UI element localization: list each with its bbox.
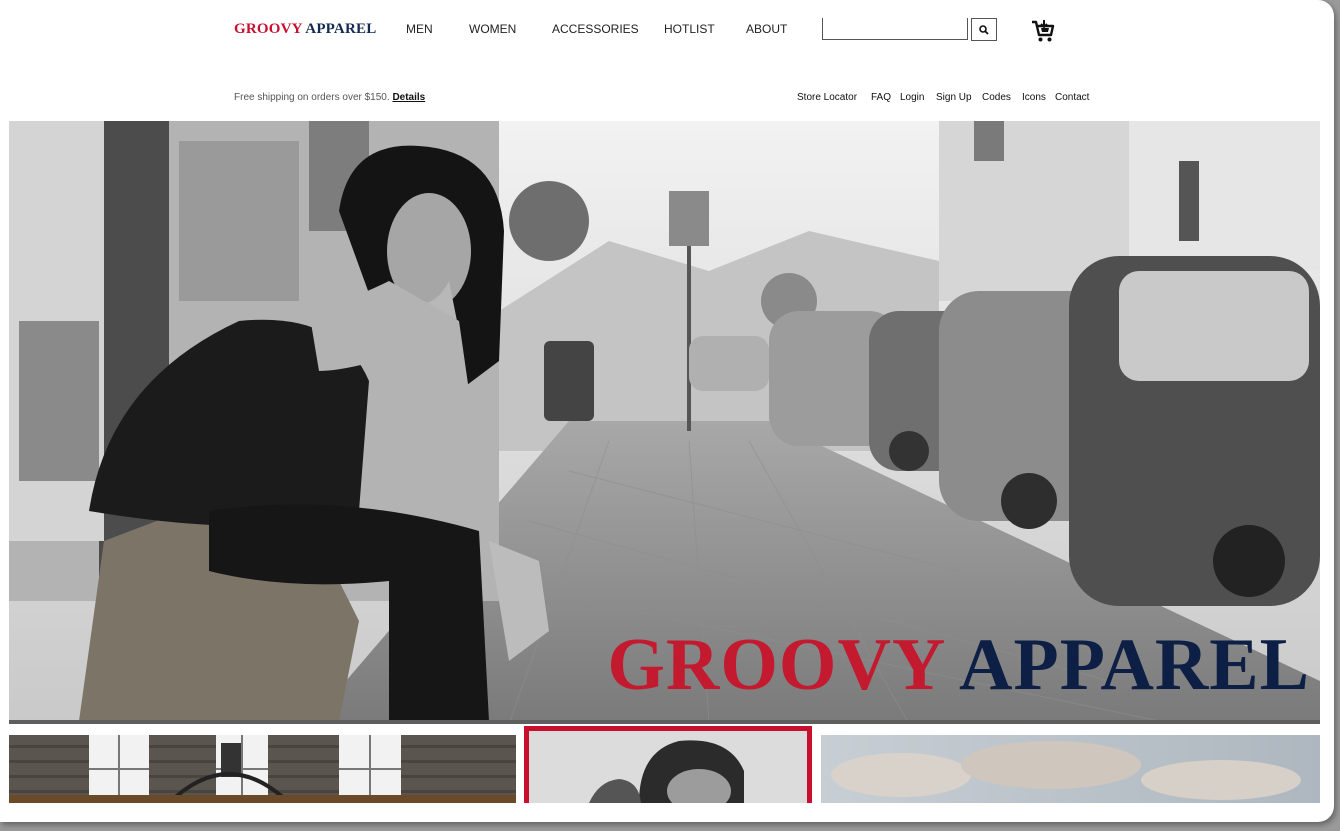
util-store-locator[interactable]: Store Locator <box>797 92 857 103</box>
hero-word-groovy: GROOVY <box>607 624 944 706</box>
nav-women[interactable]: WOMEN <box>469 22 516 36</box>
nav-accessories[interactable]: ACCESSORIES <box>552 22 639 36</box>
util-codes[interactable]: Codes <box>982 92 1011 103</box>
shipping-details-link[interactable]: Details <box>392 92 425 103</box>
util-sign-up[interactable]: Sign Up <box>936 92 972 103</box>
category-tile-1[interactable] <box>9 735 516 803</box>
category-tile-2[interactable] <box>524 726 812 803</box>
logo-word-groovy: GROOVY <box>234 21 303 37</box>
tile-1-photo <box>9 735 516 803</box>
hero-word-apparel: APPAREL <box>959 624 1310 706</box>
category-tile-3[interactable] <box>821 735 1320 803</box>
top-navigation-bar: GROOVY APPAREL MEN WOMEN ACCESSORIES HOT… <box>0 0 1334 64</box>
util-faq[interactable]: FAQ <box>871 92 891 103</box>
shipping-notice: Free shipping on orders over $150. Detai… <box>234 92 425 103</box>
tile-3-photo <box>821 735 1320 803</box>
util-login[interactable]: Login <box>900 92 924 103</box>
nav-men[interactable]: MEN <box>406 22 433 36</box>
tile-2-photo <box>529 731 807 803</box>
shipping-text: Free shipping on orders over $150. <box>234 92 390 103</box>
cart-button[interactable] <box>1030 18 1056 44</box>
utility-bar: Free shipping on orders over $150. Detai… <box>0 88 1334 108</box>
search-icon <box>979 24 989 35</box>
search-input[interactable] <box>822 18 968 40</box>
search-button[interactable] <box>971 18 997 41</box>
logo-word-apparel: APPAREL <box>305 21 377 37</box>
hero-banner[interactable]: GROOVY APPAREL <box>9 121 1320 724</box>
util-icons[interactable]: Icons <box>1022 92 1046 103</box>
brand-logo[interactable]: GROOVY APPAREL <box>234 21 376 38</box>
hero-divider <box>9 720 1320 724</box>
util-contact[interactable]: Contact <box>1055 92 1089 103</box>
browser-page: GROOVY APPAREL MEN WOMEN ACCESSORIES HOT… <box>0 0 1334 822</box>
hero-headline: GROOVY APPAREL <box>607 628 1310 702</box>
nav-about[interactable]: ABOUT <box>746 22 787 36</box>
cart-icon <box>1032 20 1055 42</box>
nav-hotlist[interactable]: HOTLIST <box>664 22 715 36</box>
